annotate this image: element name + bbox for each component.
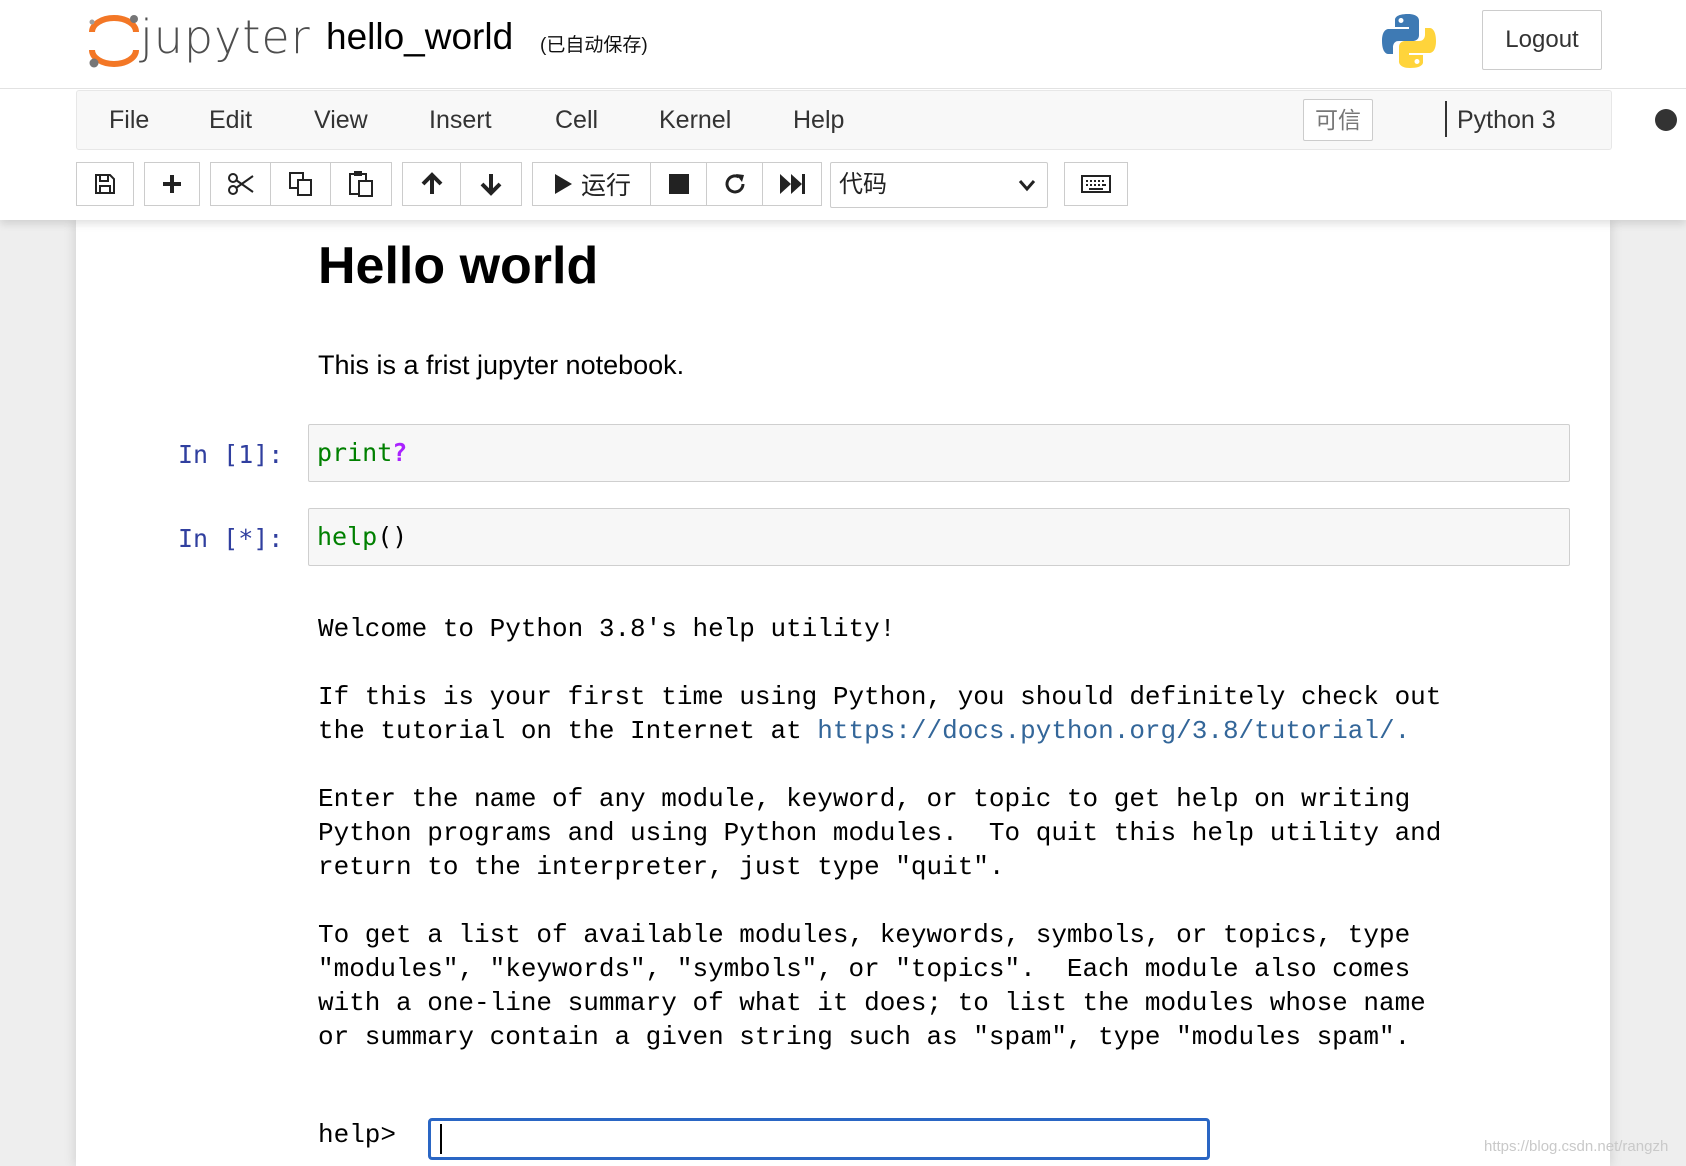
watermark-text: https://blog.csdn.net/rangzh: [1484, 1138, 1669, 1155]
run-cell-button[interactable]: 运行: [532, 162, 652, 206]
logout-button[interactable]: Logout: [1482, 10, 1602, 70]
autosave-status: (已自动保存): [540, 35, 648, 56]
help-prompt-label: help>: [318, 1120, 397, 1150]
output-line: return to the interpreter, just type "qu…: [318, 852, 1005, 882]
cell-output: Welcome to Python 3.8's help utility! If…: [318, 612, 1441, 1054]
cell-type-selected: 代码: [839, 171, 887, 198]
menu-insert[interactable]: Insert: [429, 91, 492, 149]
copy-cell-button[interactable]: [270, 162, 332, 206]
menu-help[interactable]: Help: [793, 91, 844, 149]
plus-icon: [163, 175, 181, 193]
arrow-up-icon: [421, 172, 443, 194]
copy-icon: [289, 172, 312, 196]
output-line: Enter the name of any module, keyword, o…: [318, 784, 1411, 814]
python-logo-icon: [1382, 14, 1436, 68]
menubar: File Edit View Insert Cell Kernel Help 可…: [76, 90, 1677, 150]
output-line: the tutorial on the Internet at https://…: [318, 714, 1441, 748]
header-top-bar: jupyter hello_world (已自动保存) Logout: [0, 0, 1686, 89]
command-palette-button[interactable]: [1064, 162, 1128, 206]
keyboard-icon: [1081, 175, 1111, 193]
output-line: with a one-line summary of what it does;…: [318, 988, 1426, 1018]
restart-run-all-button[interactable]: [762, 162, 822, 206]
restart-kernel-button[interactable]: [706, 162, 764, 206]
save-icon: [95, 174, 115, 194]
move-cell-up-button[interactable]: [402, 162, 462, 206]
help-stdin-input[interactable]: [428, 1118, 1210, 1160]
kernel-name[interactable]: Python 3: [1457, 91, 1556, 149]
code-function: print: [317, 438, 393, 467]
code-operator: ?: [392, 438, 408, 467]
menu-kernel[interactable]: Kernel: [659, 91, 731, 149]
menu-view[interactable]: View: [314, 91, 368, 149]
notebook-name[interactable]: hello_world: [326, 16, 513, 58]
menu-cell[interactable]: Cell: [555, 91, 598, 149]
cell-type-select[interactable]: 代码: [830, 162, 1048, 208]
scissors-icon: [228, 173, 254, 195]
text-caret: [440, 1124, 442, 1154]
kernel-busy-indicator-icon: [1655, 109, 1677, 131]
run-button-label: 运行: [580, 172, 631, 200]
play-icon: [554, 174, 572, 194]
markdown-heading[interactable]: Hello world: [318, 236, 598, 296]
tutorial-link[interactable]: https://docs.python.org/3.8/tutorial/.: [817, 716, 1410, 746]
output-line: or summary contain a given string such a…: [318, 1022, 1411, 1052]
stop-icon: [669, 174, 689, 194]
cut-cell-button[interactable]: [210, 162, 272, 206]
output-line: To get a list of available modules, keyw…: [318, 920, 1411, 950]
interrupt-kernel-button[interactable]: [650, 162, 708, 206]
output-line: Python programs and using Python modules…: [318, 818, 1442, 848]
code-parens: (): [377, 522, 408, 551]
code-cell-input[interactable]: print?: [308, 424, 1570, 482]
cell-prompt: In [*]:: [178, 524, 284, 553]
paste-cell-button[interactable]: [330, 162, 392, 206]
cell-prompt: In [1]:: [178, 440, 284, 469]
trusted-indicator[interactable]: 可信: [1303, 99, 1373, 141]
menu-edit[interactable]: Edit: [209, 91, 252, 149]
output-line: Welcome to Python 3.8's help utility!: [318, 614, 896, 644]
jupyter-logo-text[interactable]: jupyter: [140, 10, 311, 64]
insert-cell-button[interactable]: [144, 162, 200, 206]
chevron-down-icon: [1018, 180, 1036, 192]
move-cell-down-button[interactable]: [460, 162, 522, 206]
kernel-separator: [1445, 101, 1447, 137]
menu-file[interactable]: File: [109, 91, 149, 149]
save-button[interactable]: [76, 162, 134, 206]
output-line: "modules", "keywords", "symbols", or "to…: [318, 954, 1411, 984]
output-text: the tutorial on the Internet at: [318, 716, 818, 746]
code-cell-input[interactable]: help(): [308, 508, 1570, 566]
output-line: If this is your first time using Python,…: [318, 682, 1442, 712]
arrow-down-icon: [480, 174, 502, 196]
markdown-paragraph[interactable]: This is a frist jupyter notebook.: [318, 350, 684, 381]
fast-forward-icon: [780, 174, 805, 194]
notebook-header: jupyter hello_world (已自动保存) Logout File …: [0, 0, 1686, 220]
code-function: help: [317, 522, 378, 551]
paste-icon: [349, 171, 373, 197]
restart-icon: [725, 174, 745, 194]
